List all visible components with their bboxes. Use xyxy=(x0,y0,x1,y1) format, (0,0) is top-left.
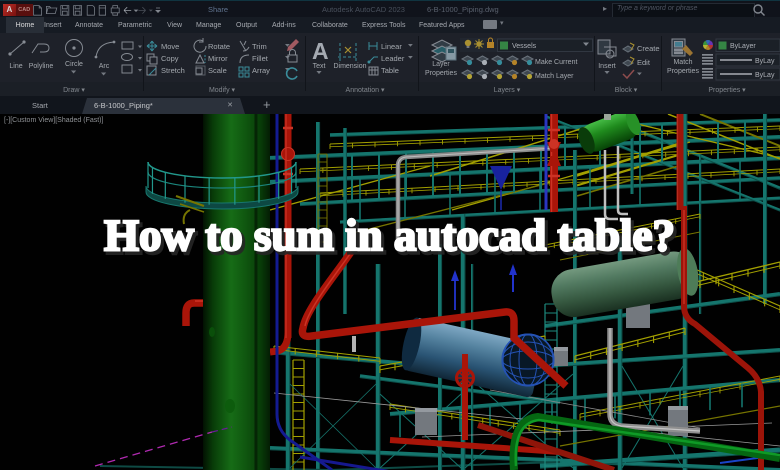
svg-text:How to sum in autocad table?: How to sum in autocad table? xyxy=(104,210,675,260)
